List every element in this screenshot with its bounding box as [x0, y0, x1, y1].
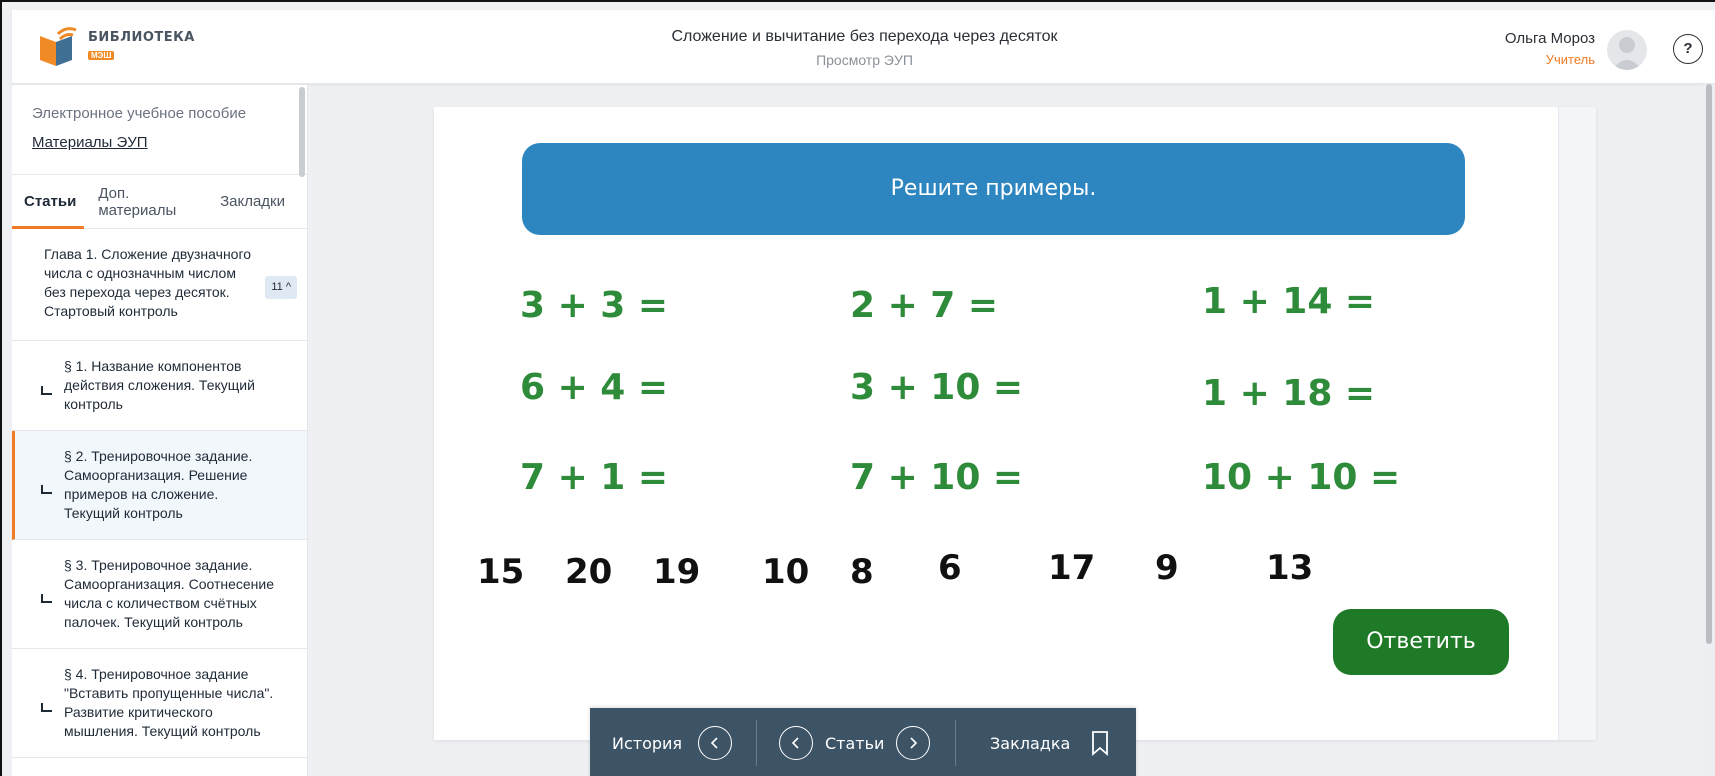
- bookmark-button[interactable]: Закладка: [956, 708, 1110, 776]
- task-banner: Решите примеры.: [522, 143, 1465, 235]
- sidebar-item-label: § 2. Тренировочное задание. Самоорганиза…: [64, 448, 253, 521]
- answer-number-tile[interactable]: 19: [653, 552, 700, 592]
- articles-label: Статьи: [825, 733, 885, 753]
- sidebar-item-label: § 4. Тренировочное задание "Вставить про…: [64, 666, 274, 739]
- next-article-button[interactable]: [896, 726, 931, 760]
- sidebar-item-label: § 1. Название компонентов действия сложе…: [64, 358, 255, 412]
- answer-number-tile[interactable]: 6: [938, 548, 962, 588]
- sidebar-heading: Электронное учебное пособие: [32, 105, 247, 122]
- answer-number-tile[interactable]: 9: [1155, 548, 1179, 588]
- chevron-right-icon: [910, 737, 918, 749]
- sidebar-item-section-4[interactable]: § 4. Тренировочное задание "Вставить про…: [12, 649, 307, 758]
- page-subtitle: Просмотр ЭУП: [816, 52, 913, 68]
- sidebar-scrollbar[interactable]: [299, 87, 305, 177]
- sidebar-item-section-1[interactable]: § 1. Название компонентов действия сложе…: [12, 341, 307, 431]
- bookmark-label: Закладка: [990, 733, 1071, 753]
- main-scrollbar-thumb[interactable]: [1706, 84, 1712, 644]
- chevron-left-icon: [710, 737, 718, 749]
- chapter-label: Глава 1. Сложение двузначного числа с од…: [44, 246, 252, 319]
- tab-extra-materials[interactable]: Доп. материалы: [98, 185, 198, 219]
- tab-articles[interactable]: Статьи: [24, 193, 76, 210]
- app-window: БИБЛИОТЕКА МЭШ Сложение и вычитание без …: [0, 0, 1715, 776]
- sub-item-corner-icon: [41, 485, 52, 494]
- avatar[interactable]: [1607, 30, 1647, 70]
- sidebar-tabs: Статьи Доп. материалы Закладки: [12, 175, 307, 229]
- answer-button[interactable]: Ответить: [1333, 609, 1509, 675]
- materials-link[interactable]: Материалы ЭУП: [32, 134, 148, 151]
- expression-2: 2 + 7 =: [850, 285, 999, 326]
- sidebar-header: Электронное учебное пособие Материалы ЭУ…: [12, 85, 307, 175]
- user-avatar-icon: [1612, 37, 1642, 70]
- sub-item-corner-icon: [41, 385, 52, 395]
- sidebar-chapter[interactable]: Глава 1. Сложение двузначного числа с од…: [12, 229, 307, 341]
- sidebar-item-label: § 3. Тренировочное задание. Самоорганиза…: [64, 557, 275, 630]
- answer-number-tile[interactable]: 10: [762, 552, 809, 592]
- tab-bookmarks[interactable]: Закладки: [220, 193, 285, 210]
- card-side-strip: [1558, 107, 1596, 740]
- header-center: Сложение и вычитание без перехода через …: [12, 28, 1715, 68]
- chapter-count-badge[interactable]: 11 ^: [265, 276, 297, 299]
- prev-article-button[interactable]: [779, 726, 813, 760]
- answer-number-tile[interactable]: 15: [477, 552, 524, 592]
- sidebar-item-section-3[interactable]: § 3. Тренировочное задание. Самоорганиза…: [12, 540, 307, 649]
- expression-6: 1 + 18 =: [1202, 373, 1376, 414]
- expression-7: 7 + 1 =: [520, 457, 669, 498]
- bottom-toolbar: История Статьи Закладка: [590, 708, 1136, 776]
- history-group: История: [590, 708, 756, 776]
- sidebar: Электронное учебное пособие Материалы ЭУ…: [12, 85, 308, 776]
- expression-1: 3 + 3 =: [520, 285, 669, 326]
- expression-9: 10 + 10 =: [1202, 457, 1401, 498]
- answer-number-tile[interactable]: 8: [850, 552, 874, 592]
- expression-8: 7 + 10 =: [850, 457, 1024, 498]
- sidebar-item-section-2[interactable]: § 2. Тренировочное задание. Самоорганиза…: [12, 431, 307, 540]
- articles-group: Статьи: [757, 708, 955, 776]
- chevron-left-icon: [791, 737, 799, 749]
- user-name: Ольга Мороз: [1504, 30, 1595, 47]
- main-scrollbar[interactable]: [1703, 84, 1715, 776]
- page-title: Сложение и вычитание без перехода через …: [671, 28, 1058, 45]
- history-back-button[interactable]: [698, 726, 733, 760]
- answer-number-tile[interactable]: 17: [1048, 548, 1095, 588]
- expression-4: 6 + 4 =: [520, 367, 669, 408]
- sub-item-corner-icon: [41, 594, 52, 603]
- expression-3: 1 + 14 =: [1202, 281, 1376, 322]
- user-role: Учитель: [1545, 52, 1595, 67]
- answer-number-tile[interactable]: 20: [565, 552, 612, 592]
- history-label[interactable]: История: [612, 734, 682, 753]
- answer-number-tile[interactable]: 13: [1266, 548, 1313, 588]
- user-info[interactable]: Ольга Мороз Учитель: [1505, 30, 1595, 67]
- exercise-card: Решите примеры. 3 + 3 = 2 + 7 = 1 + 14 =…: [434, 107, 1596, 740]
- bookmark-icon: [1092, 731, 1109, 756]
- top-header: БИБЛИОТЕКА МЭШ Сложение и вычитание без …: [12, 10, 1715, 84]
- help-button[interactable]: ?: [1673, 34, 1703, 64]
- sub-item-corner-icon: [41, 703, 52, 712]
- expression-5: 3 + 10 =: [850, 367, 1024, 408]
